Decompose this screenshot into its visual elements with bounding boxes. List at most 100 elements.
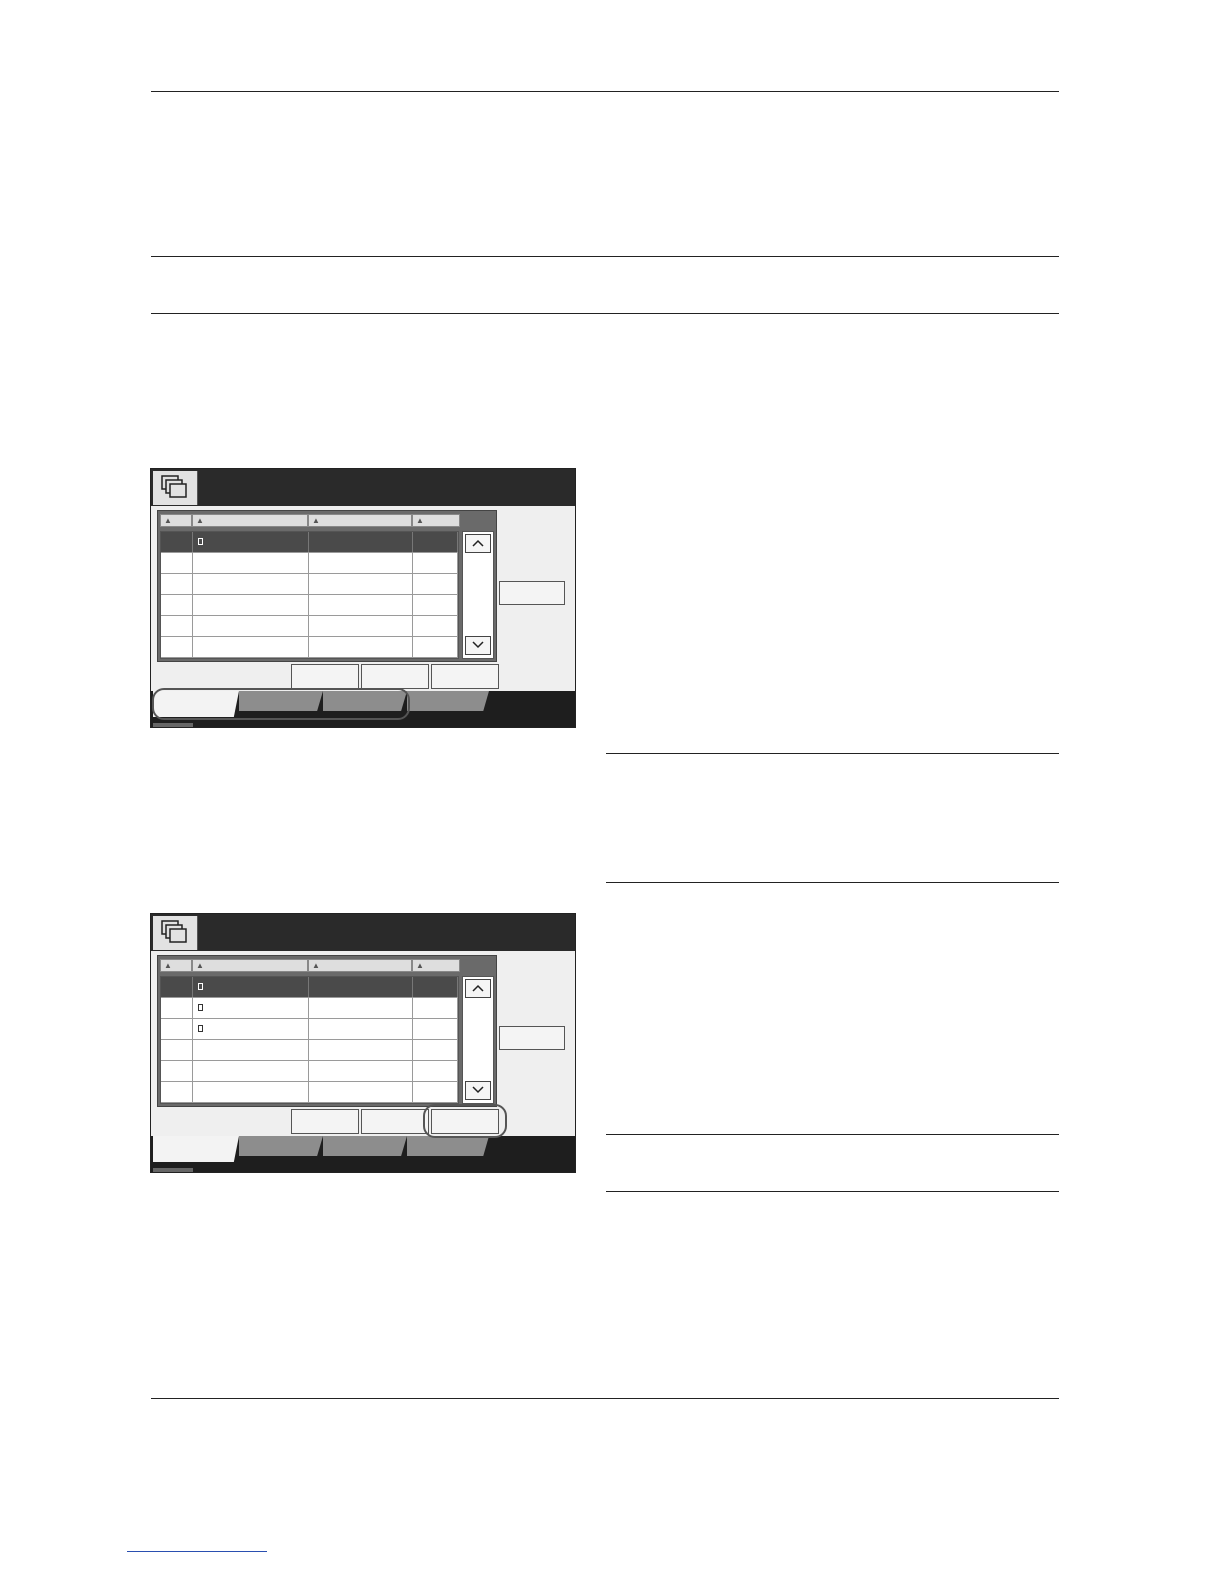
column-header-number[interactable]: ▲ [160,514,192,527]
table-cell [309,1040,413,1060]
table-cell [193,616,309,636]
table-cell [413,998,458,1018]
table-cell [309,532,413,552]
table-row[interactable] [161,574,458,595]
table-cell [161,637,193,657]
column-header-date[interactable]: ▲ [308,514,412,527]
table-row[interactable] [161,977,458,998]
scroll-up-button[interactable] [465,979,491,998]
sort-triangle-icon: ▲ [164,961,172,970]
chevron-down-icon [472,641,484,649]
table-row[interactable] [161,998,458,1019]
table-cell [413,1082,458,1102]
sort-triangle-icon: ▲ [312,516,320,525]
table-cell [161,1061,193,1081]
table-cell [193,998,309,1018]
note-rule-1-bottom [606,882,1059,883]
table-row[interactable] [161,553,458,574]
file-list-panel: ▲ ▲ ▲ ▲ [157,510,497,662]
note-rule-2-bottom [606,1191,1059,1192]
table-row[interactable] [161,1061,458,1082]
table-cell [193,1082,309,1102]
table-cell [413,574,458,594]
tab-3[interactable] [323,1136,407,1156]
stacked-folders-icon [153,916,198,950]
table-row[interactable] [161,1040,458,1061]
table-row[interactable] [161,637,458,658]
table-cell [309,553,413,573]
tab-4[interactable] [407,1136,489,1156]
tab-1[interactable] [153,1136,239,1162]
table-row[interactable] [161,532,458,553]
side-action-button[interactable] [499,1026,565,1050]
table-row[interactable] [161,1082,458,1103]
table-cell [193,532,309,552]
sort-triangle-icon: ▲ [416,961,424,970]
document-box-list-screen-multi: ▲ ▲ ▲ ▲ [150,913,576,1173]
table-cell [161,595,193,615]
document-icon [198,1025,203,1032]
table-cell [193,1061,309,1081]
table-cell [413,977,458,997]
document-icon [198,1004,203,1011]
table-cell [193,1019,309,1039]
bottom-button-3-highlight [423,1104,507,1138]
file-list-panel: ▲ ▲ ▲ ▲ [157,955,497,1107]
bottom-button-1[interactable] [291,664,359,689]
column-header-size[interactable]: ▲ [412,514,460,527]
table-cell [161,977,193,997]
sort-triangle-icon: ▲ [164,516,172,525]
scroll-up-button[interactable] [465,534,491,553]
status-strip [153,1168,193,1172]
scroll-down-button[interactable] [465,636,491,655]
table-cell [193,574,309,594]
document-icon [198,983,203,990]
table-cell [413,637,458,657]
side-action-button[interactable] [499,581,565,605]
table-cell [309,1082,413,1102]
table-cell [309,616,413,636]
table-cell [161,1040,193,1060]
section-rule-top [151,256,1059,257]
table-cell [413,1061,458,1081]
table-cell [193,553,309,573]
column-header-number[interactable]: ▲ [160,959,192,972]
table-cell [161,1082,193,1102]
header-rule [151,91,1059,92]
table-cell [161,553,193,573]
table-row[interactable] [161,595,458,616]
table-cell [161,1019,193,1039]
scrollbar[interactable] [462,531,494,659]
table-cell [309,574,413,594]
bottom-button-2[interactable] [361,1109,429,1134]
sort-triangle-icon: ▲ [312,961,320,970]
table-cell [309,1061,413,1081]
screen-title-bar [151,469,575,506]
table-cell [309,637,413,657]
bottom-button-2[interactable] [361,664,429,689]
note-rule-2-top [606,1134,1059,1135]
section-rule-bottom [151,313,1059,314]
table-cell [161,616,193,636]
table-row[interactable] [161,616,458,637]
column-header-size[interactable]: ▲ [412,959,460,972]
sort-triangle-icon: ▲ [196,961,204,970]
table-cell [193,637,309,657]
footer-link-underline[interactable] [127,1551,267,1552]
table-row[interactable] [161,1019,458,1040]
bottom-button-3[interactable] [431,664,499,689]
footer-rule [151,1398,1059,1399]
column-header-name[interactable]: ▲ [192,514,308,527]
column-header-date[interactable]: ▲ [308,959,412,972]
scroll-down-button[interactable] [465,1081,491,1100]
chevron-up-icon [472,984,484,992]
tab-2[interactable] [239,1136,323,1156]
scrollbar[interactable] [462,976,494,1104]
table-cell [161,998,193,1018]
tab-4[interactable] [407,691,489,711]
file-rows [160,531,459,659]
bottom-button-1[interactable] [291,1109,359,1134]
table-cell [309,595,413,615]
column-header-name[interactable]: ▲ [192,959,308,972]
chevron-up-icon [472,539,484,547]
